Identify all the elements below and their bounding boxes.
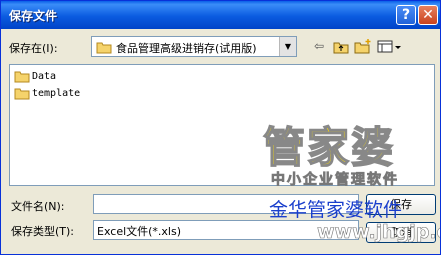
file-name: template (32, 88, 81, 99)
folder-icon (96, 42, 112, 54)
filename-label: 文件名(N): (11, 200, 65, 213)
folder-icon (14, 88, 30, 100)
filename-input[interactable] (93, 194, 359, 214)
cancel-button[interactable]: 取消 (366, 222, 436, 243)
folder-icon (14, 71, 30, 83)
save-file-dialog: 保存文件 ? ✕ 保存在(I): 食品管理高级进销存(试用版) ▼ ⇦ Data… (0, 0, 441, 255)
file-list[interactable]: Data template (9, 64, 435, 186)
file-name: Data (32, 71, 57, 82)
question-icon: ? (401, 7, 411, 23)
up-folder-button[interactable] (331, 37, 351, 56)
close-button[interactable]: ✕ (418, 5, 438, 25)
save-in-path: 食品管理高级进销存(试用版) (116, 42, 257, 55)
save-button[interactable]: 保存 (366, 194, 436, 215)
new-folder-button[interactable] (353, 37, 373, 56)
filetype-select[interactable]: Excel文件(*.xls) (93, 220, 359, 240)
chevron-down-icon[interactable]: ▼ (279, 37, 296, 56)
title-bar[interactable]: 保存文件 ? ✕ (1, 1, 440, 29)
close-icon: ✕ (422, 7, 434, 23)
save-in-label: 保存在(I): (9, 42, 58, 55)
view-menu-icon (377, 40, 401, 53)
back-button[interactable]: ⇦ (309, 37, 329, 56)
back-arrow-icon: ⇦ (313, 39, 325, 53)
help-button[interactable]: ? (396, 5, 416, 25)
up-folder-icon (333, 42, 349, 54)
filetype-label: 保存类型(T): (11, 225, 75, 238)
view-menu-button[interactable] (376, 37, 402, 56)
new-folder-icon (354, 39, 371, 54)
filetype-value: Excel文件(*.xls) (97, 225, 182, 238)
save-in-dropdown[interactable]: 食品管理高级进销存(试用版) ▼ (91, 36, 297, 57)
window-title: 保存文件 (9, 9, 58, 23)
